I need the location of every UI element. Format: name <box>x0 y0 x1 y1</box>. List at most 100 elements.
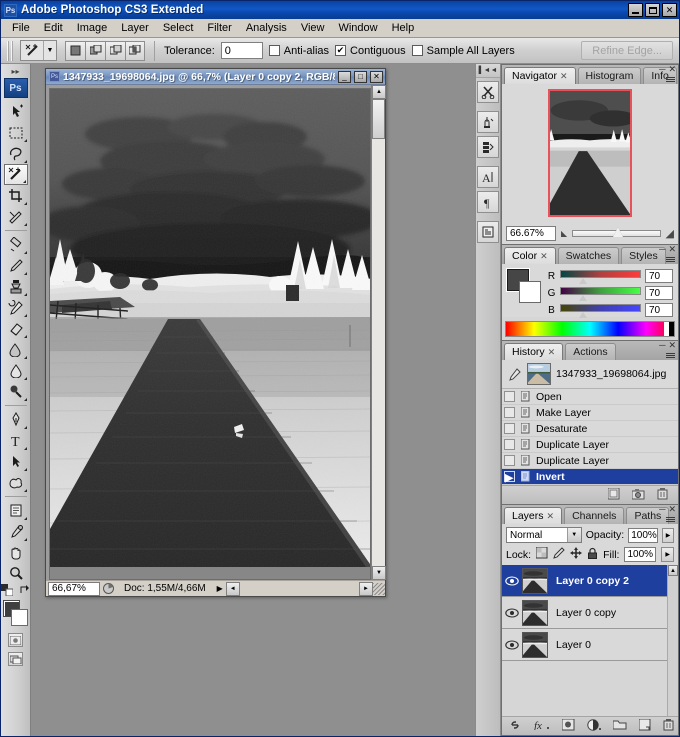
close-icon[interactable]: ✕ <box>547 511 555 522</box>
vertical-scroll-thumb[interactable] <box>372 99 385 139</box>
navigator-zoom-input[interactable]: 66.67% <box>506 225 556 241</box>
tool-preset-chevron-down-icon[interactable]: ▼ <box>43 41 56 60</box>
collapse-icon[interactable]: ─ <box>659 64 665 75</box>
menu-image[interactable]: Image <box>70 20 115 36</box>
close-icon[interactable]: ✕ <box>548 347 556 358</box>
add-to-selection-button[interactable] <box>85 40 105 61</box>
tab-layers[interactable]: Layers ✕ <box>504 507 563 524</box>
lock-all-icon[interactable] <box>587 547 598 562</box>
tool-rectangular-marquee[interactable] <box>4 122 28 143</box>
fill-input[interactable]: 100% <box>624 547 657 562</box>
tool-gradient[interactable] <box>4 339 28 360</box>
tool-eyedropper[interactable] <box>4 521 28 542</box>
color-panel-menu-icon[interactable] <box>666 257 675 262</box>
zoom-level-input[interactable]: 66,67% <box>48 581 100 596</box>
navigator-zoom-slider[interactable] <box>572 226 661 237</box>
color-swatches[interactable] <box>2 600 30 628</box>
document-title-bar[interactable]: Ps 1347933_19698064.jpg @ 66,7% (Layer 0… <box>46 69 385 85</box>
history-state-desaturate[interactable]: Desaturate <box>502 421 678 437</box>
tab-channels[interactable]: Channels <box>564 507 625 524</box>
opacity-stepper[interactable]: ▶ <box>662 527 674 543</box>
delete-state-icon[interactable] <box>657 487 668 503</box>
document-minimize-button[interactable]: _ <box>338 70 351 83</box>
vertical-scroll-track[interactable] <box>372 139 385 566</box>
paragraph-icon[interactable]: ¶ <box>477 191 499 213</box>
menu-edit[interactable]: Edit <box>37 20 70 36</box>
tool-blur[interactable] <box>4 360 28 381</box>
refine-edge-button[interactable]: Refine Edge... <box>581 41 673 60</box>
intersect-selection-button[interactable] <box>125 40 145 61</box>
horizontal-scroll-left-button[interactable]: ◄ <box>225 581 240 596</box>
tool-pen[interactable] <box>4 409 28 430</box>
tool-healing-brush[interactable] <box>4 234 28 255</box>
tab-color[interactable]: Color ✕ <box>504 247 556 264</box>
delete-layer-icon[interactable] <box>663 718 674 734</box>
link-layers-icon[interactable] <box>508 720 522 733</box>
tool-preset-picker[interactable]: ▼ <box>20 40 57 61</box>
tool-move[interactable] <box>4 101 28 122</box>
brushes-icon[interactable] <box>477 111 499 133</box>
standard-mode-button[interactable] <box>8 633 23 647</box>
navigator-zoom-slider-thumb[interactable] <box>612 226 623 237</box>
tool-presets-icon[interactable] <box>477 81 499 103</box>
tool-hand[interactable] <box>4 542 28 563</box>
tool-shape[interactable] <box>4 472 28 493</box>
anti-alias-checkbox[interactable]: Anti-alias <box>268 45 329 57</box>
dock-gripper[interactable]: ▌◄◄ <box>476 64 500 78</box>
tool-clone-stamp[interactable] <box>4 276 28 297</box>
layer-visibility-icon[interactable] <box>502 639 522 650</box>
new-document-from-state-icon[interactable] <box>607 487 620 503</box>
navigator-preview[interactable] <box>502 84 678 222</box>
zoom-out-icon[interactable]: ◣ <box>561 229 567 238</box>
channel-value-r[interactable]: 70 <box>645 269 673 283</box>
close-icon[interactable]: ✕ <box>540 251 548 262</box>
channel-value-b[interactable]: 70 <box>645 303 673 317</box>
tool-history-brush[interactable] <box>4 297 28 318</box>
subtract-from-selection-button[interactable] <box>105 40 125 61</box>
image-canvas-wrapper[interactable] <box>49 88 371 580</box>
new-layer-icon[interactable] <box>638 718 651 734</box>
sample-all-layers-checkbox[interactable]: Sample All Layers <box>411 45 515 57</box>
color-panel-swatches[interactable] <box>506 268 541 303</box>
contiguous-check-box[interactable]: ✔ <box>335 45 347 56</box>
horizontal-scroll-right-button[interactable]: ► <box>359 581 373 596</box>
history-state-open[interactable]: Open <box>502 389 678 405</box>
history-state-duplicate-layer-2[interactable]: Duplicate Layer <box>502 453 678 469</box>
close-button[interactable]: ✕ <box>662 3 677 17</box>
new-group-icon[interactable] <box>612 719 627 733</box>
channel-value-g[interactable]: 70 <box>645 286 673 300</box>
layer-comps-icon[interactable] <box>477 221 499 243</box>
tool-slice[interactable] <box>4 206 28 227</box>
history-state-duplicate-layer-1[interactable]: Duplicate Layer <box>502 437 678 453</box>
tab-navigator[interactable]: Navigator ✕ <box>504 67 576 84</box>
layer-item-layer-0-copy[interactable]: Layer 0 copy <box>502 597 667 629</box>
layers-scroll-up-button[interactable]: ▲ <box>668 565 678 576</box>
tool-lasso[interactable] <box>4 143 28 164</box>
slider-g[interactable] <box>560 286 641 301</box>
collapse-icon[interactable]: ─ <box>659 504 665 515</box>
slider-b-bar[interactable] <box>560 303 641 312</box>
history-state-checkbox[interactable] <box>504 455 515 466</box>
navigator-panel-menu-icon[interactable] <box>666 77 675 82</box>
minimize-button[interactable] <box>628 3 643 17</box>
tool-magic-wand[interactable] <box>3 164 28 185</box>
image-canvas[interactable] <box>50 89 371 567</box>
document-close-button[interactable]: ✕ <box>370 70 383 83</box>
slider-b[interactable] <box>560 303 641 318</box>
history-brush-source-icon[interactable] <box>506 366 522 382</box>
background-color-swatch[interactable] <box>10 609 28 626</box>
lock-position-icon[interactable] <box>570 547 583 562</box>
adjustment-layer-icon[interactable] <box>587 718 601 734</box>
menu-help[interactable]: Help <box>385 20 422 36</box>
document-maximize-button[interactable]: □ <box>354 70 367 83</box>
slider-r-knob[interactable] <box>579 277 588 284</box>
clone-source-icon[interactable] <box>477 136 499 158</box>
layer-style-icon[interactable]: fx <box>534 719 550 733</box>
scroll-down-button[interactable]: ▼ <box>372 566 386 580</box>
tolerance-input[interactable] <box>220 42 263 59</box>
opacity-input[interactable]: 100% <box>628 527 659 543</box>
layers-panel-menu-icon[interactable] <box>666 517 675 522</box>
menu-analysis[interactable]: Analysis <box>239 20 294 36</box>
history-state-checkbox[interactable]: ▶ <box>504 471 515 484</box>
menu-file[interactable]: File <box>5 20 37 36</box>
